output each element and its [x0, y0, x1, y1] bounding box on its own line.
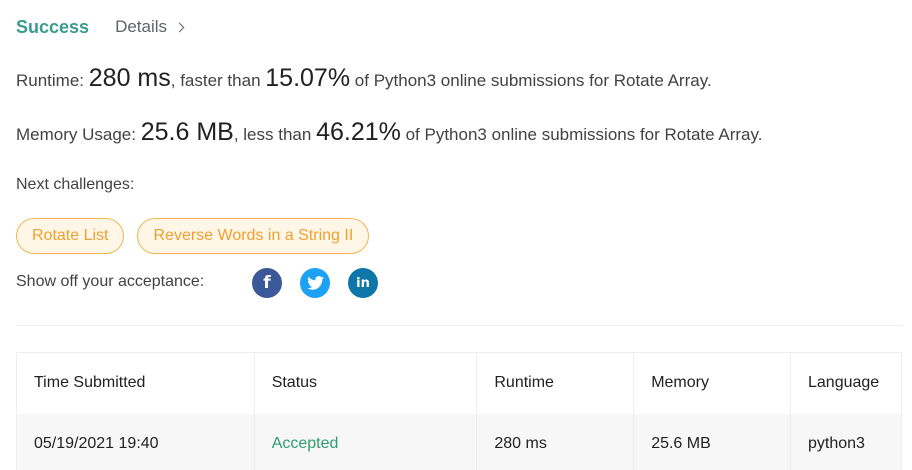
memory-suffix: of Python3 online submissions for Rotate…: [405, 125, 763, 144]
runtime-line: Runtime: 280 ms, faster than 15.07% of P…: [16, 64, 712, 93]
header-status: Status: [253, 352, 478, 414]
twitter-icon[interactable]: [300, 268, 330, 298]
cell-language: python3: [790, 413, 902, 470]
share-label: Show off your acceptance:: [16, 273, 205, 290]
linkedin-icon[interactable]: in: [348, 268, 378, 298]
chevron-right-icon: [174, 22, 185, 33]
memory-value: 25.6 MB: [140, 118, 234, 146]
memory-line: Memory Usage: 25.6 MB, less than 46.21% …: [16, 118, 762, 147]
next-challenges-label: Next challenges:: [16, 176, 135, 193]
challenge-chip-reverse-words[interactable]: Reverse Words in a String II: [137, 218, 370, 254]
divider: [16, 325, 902, 326]
tab-success[interactable]: Success: [16, 17, 89, 38]
tab-details[interactable]: Details: [115, 17, 185, 37]
runtime-label: Runtime:: [16, 71, 85, 90]
memory-label: Memory Usage:: [16, 125, 136, 144]
tab-details-label: Details: [115, 17, 168, 36]
runtime-percent: 15.07%: [265, 64, 351, 92]
twitter-bird-glyph: [306, 276, 324, 290]
memory-percent: 46.21%: [316, 118, 401, 146]
cell-time-submitted: 05/19/2021 19:40: [16, 413, 255, 470]
cell-memory: 25.6 MB: [633, 413, 791, 470]
submissions-table: Time Submitted Status Runtime Memory Lan…: [16, 352, 902, 470]
memory-mid: , less than: [233, 125, 312, 144]
cell-status-accepted-link[interactable]: Accepted: [253, 413, 478, 470]
runtime-mid: , faster than: [170, 71, 261, 90]
table-header-row: Time Submitted Status Runtime Memory Lan…: [16, 352, 902, 414]
table-row: 05/19/2021 19:40 Accepted 280 ms 25.6 MB…: [16, 413, 902, 470]
cell-runtime: 280 ms: [476, 413, 635, 470]
challenge-chip-rotate-list[interactable]: Rotate List: [16, 218, 125, 254]
header-time-submitted: Time Submitted: [16, 352, 255, 414]
header-runtime: Runtime: [476, 352, 635, 414]
header-memory: Memory: [633, 352, 791, 414]
runtime-suffix: of Python3 online submissions for Rotate…: [354, 71, 712, 90]
next-challenges-list: Rotate List Reverse Words in a String II: [16, 218, 382, 254]
runtime-value: 280 ms: [88, 64, 171, 92]
result-tabs: Success Details: [16, 14, 185, 40]
facebook-icon[interactable]: f: [252, 268, 282, 298]
header-language: Language: [790, 352, 902, 414]
